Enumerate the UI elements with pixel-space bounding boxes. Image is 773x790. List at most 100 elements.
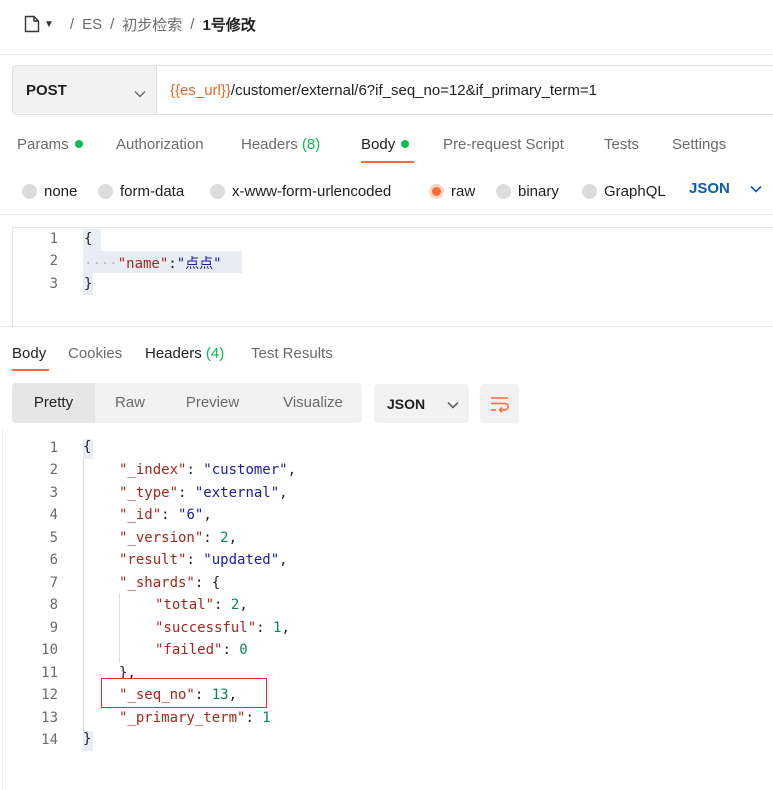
body-language-label: JSON (689, 180, 730, 197)
radio-circle (496, 183, 511, 199)
response-tab-body[interactable]: Body (12, 344, 46, 364)
radio-none[interactable]: none (22, 181, 77, 201)
active-tab-indicator (361, 161, 414, 163)
view-pretty-button[interactable]: Pretty (12, 383, 95, 423)
request-bar: POST {{es_url}}/customer/external/6?if_s… (12, 65, 773, 115)
code-value: 1 (262, 710, 271, 726)
code-line: "successful": 1, (155, 620, 290, 636)
response-format-select[interactable]: JSON (374, 384, 469, 423)
breadcrumb-separator: / (69, 15, 75, 33)
method-label: POST (26, 81, 67, 99)
tab-authorization[interactable]: Authorization (116, 133, 204, 157)
line-number: 2 (49, 253, 58, 269)
tab-headers[interactable]: Headers (8) (241, 133, 320, 157)
status-dot (401, 140, 410, 149)
code-key: "_id" (119, 507, 162, 523)
radio-circle-selected (429, 183, 444, 199)
document-icon[interactable] (24, 15, 40, 33)
line-number: 9 (49, 620, 58, 636)
radio-graphql-label: GraphQL (604, 182, 666, 200)
code-brace-open: { (211, 575, 221, 591)
code-brace-close: } (83, 731, 93, 751)
code-key: "_version" (119, 530, 204, 546)
method-select[interactable]: POST (13, 66, 157, 114)
radio-none-label: none (44, 182, 78, 200)
code-value: "updated" (203, 552, 280, 568)
response-tab-headers[interactable]: Headers (4) (145, 344, 224, 364)
tab-params[interactable]: Params (17, 133, 83, 157)
code-key: "total" (155, 597, 215, 613)
code-brace-close: } (84, 276, 93, 292)
response-tab-test-results[interactable]: Test Results (251, 344, 333, 364)
code-key: "name" (117, 256, 169, 272)
code-colon: : (168, 256, 177, 272)
tab-settings[interactable]: Settings (672, 133, 726, 157)
highlight-box (101, 678, 267, 708)
active-response-tab-indicator (12, 369, 49, 371)
breadcrumb-current-request[interactable]: 1号修改 (202, 14, 255, 35)
code-value: 0 (239, 642, 248, 658)
code-line: "_id": "6", (119, 507, 212, 523)
breadcrumb-separator: / (190, 15, 195, 33)
body-types-divider (0, 214, 773, 215)
code-value: 2 (220, 530, 229, 546)
code-key: "result" (119, 552, 187, 568)
caret-down-icon[interactable]: ▼ (44, 19, 54, 30)
code-line: "_primary_term": 1 (119, 710, 271, 726)
radio-raw[interactable]: raw (429, 181, 475, 201)
line-number: 14 (41, 732, 58, 748)
response-tab-headers-label: Headers (145, 345, 202, 362)
code-key: "failed" (155, 642, 223, 658)
radio-form-data[interactable]: form-data (98, 181, 184, 201)
breadcrumb-separator: / (110, 15, 115, 33)
code-line: "_type": "external", (119, 485, 288, 501)
url-path: /customer/external/6?if_seq_no=12&if_pri… (230, 81, 597, 99)
tab-body-label: Body (361, 136, 396, 153)
chevron-down-icon (750, 180, 762, 197)
code-key: "_shards" (119, 575, 195, 591)
tab-headers-label: Headers (241, 136, 298, 153)
line-number: 11 (41, 665, 58, 681)
response-headers-count: (4) (205, 345, 225, 362)
url-variable: {{es_url}} (170, 81, 231, 99)
request-body-editor[interactable] (12, 227, 773, 326)
code-value: "6" (178, 507, 204, 523)
code-value: "external" (194, 485, 280, 501)
chevron-down-icon (134, 85, 146, 98)
line-number: 1 (49, 231, 58, 247)
radio-urlencoded[interactable]: x-www-form-urlencoded (210, 181, 391, 201)
tab-body[interactable]: Body (361, 133, 410, 157)
response-tab-cookies[interactable]: Cookies (68, 344, 122, 364)
indent-guide (83, 458, 84, 748)
body-language-select[interactable]: JSON (689, 180, 762, 197)
radio-graphql[interactable]: GraphQL (582, 181, 666, 201)
code-indent: ···· (84, 256, 118, 272)
code-key: "_type" (119, 485, 179, 501)
view-preview-button[interactable]: Preview (170, 383, 255, 423)
code-brace-open: { (83, 439, 93, 459)
code-line: ····"name":"点点" (84, 253, 222, 273)
radio-form-data-label: form-data (120, 182, 185, 200)
tab-tests[interactable]: Tests (604, 133, 639, 157)
line-number: 10 (41, 642, 58, 658)
line-number: 8 (49, 597, 58, 613)
tab-prerequest-script[interactable]: Pre-request Script (443, 133, 564, 157)
editor-divider (0, 326, 773, 327)
line-number: 4 (49, 507, 58, 523)
radio-circle (210, 183, 225, 199)
view-visualize-button[interactable]: Visualize (268, 383, 358, 423)
breadcrumb-item-collection[interactable]: ES (82, 16, 102, 33)
line-number: 6 (49, 552, 58, 568)
breadcrumb-item-folder[interactable]: 初步检索 (122, 14, 182, 35)
url-input[interactable]: {{es_url}}/customer/external/6?if_seq_no… (157, 66, 773, 114)
radio-binary[interactable]: binary (496, 181, 559, 201)
wrap-lines-button[interactable] (480, 384, 519, 423)
line-number: 7 (49, 575, 58, 591)
radio-circle (22, 183, 37, 199)
radio-raw-label: raw (451, 182, 476, 200)
line-number: 5 (49, 530, 58, 546)
panel-border (2, 430, 3, 790)
tab-params-label: Params (17, 136, 69, 153)
radio-circle (98, 183, 113, 199)
view-raw-button[interactable]: Raw (100, 383, 160, 423)
